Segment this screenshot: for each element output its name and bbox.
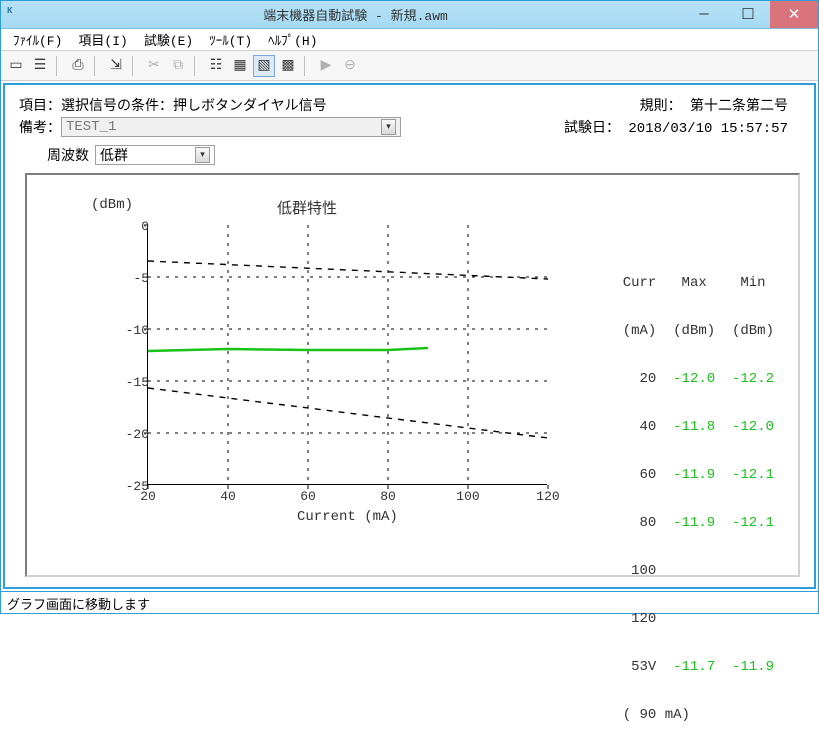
date-value: 2018/03/10 15:57:57 <box>628 121 788 137</box>
titlebar[interactable]: K 端末機器自動試験 - 新規.awm — ☐ ✕ <box>1 1 818 29</box>
chart-title: 低群特性 <box>277 197 337 218</box>
app-logo-icon: K <box>7 6 29 24</box>
play-icon[interactable]: ▶ <box>315 55 337 77</box>
freq-label: 周波数 <box>47 145 89 165</box>
series-upper-dash <box>148 261 548 279</box>
graph-icon[interactable]: ▧ <box>253 55 275 77</box>
table-row: 40 -11.8 -12.0 <box>623 419 774 435</box>
freq-combo[interactable]: 低群 ▾ <box>95 145 215 165</box>
date-label: 試験日： <box>564 121 620 137</box>
graph-panel: (dBm) 低群特性 <box>25 173 800 577</box>
window-title: 端末機器自動試験 - 新規.awm <box>29 5 682 24</box>
view1-icon[interactable]: ☷ <box>205 55 227 77</box>
xtick: 40 <box>213 489 243 504</box>
menu-test[interactable]: 試験(E) <box>136 28 201 51</box>
item-value: 選択信号の条件：押しボタンダイヤル信号 <box>61 95 327 115</box>
stop-icon[interactable]: ⊖ <box>339 55 361 77</box>
ytick: -5 <box>119 271 149 286</box>
view2-icon[interactable]: ▦ <box>229 55 251 77</box>
h-gridlines <box>148 277 548 433</box>
xtick: 120 <box>533 489 563 504</box>
ytick: 0 <box>119 219 149 234</box>
table-row: 20 -12.0 -12.2 <box>623 371 774 387</box>
table-row: 60 -11.9 -12.1 <box>623 467 774 483</box>
note-field[interactable]: TEST_1 ▾ <box>61 117 401 137</box>
freq-value: 低群 <box>100 145 128 165</box>
menu-help[interactable]: ﾍﾙﾌﾟ(H) <box>260 28 325 51</box>
series-measured <box>148 348 428 351</box>
menu-file[interactable]: ﾌｧｲﾙ(F) <box>5 28 70 51</box>
note-value: TEST_1 <box>66 119 116 135</box>
v-gridlines <box>228 225 468 485</box>
export-icon[interactable]: ⇲ <box>105 55 127 77</box>
chevron-down-icon[interactable]: ▾ <box>195 147 210 163</box>
cut-icon[interactable]: ✂ <box>143 55 165 77</box>
xtick: 20 <box>133 489 163 504</box>
y-axis-label: (dBm) <box>91 197 133 213</box>
table-row: 53V -11.7 -11.9 <box>623 659 774 675</box>
print-icon[interactable]: ⎙ <box>67 55 89 77</box>
toolbar: ▭ ☰ ⎙ ⇲ ✂ ⧉ ☷ ▦ ▧ ▩ ▶ ⊖ <box>1 51 818 81</box>
menu-item[interactable]: 項目(I) <box>70 28 135 51</box>
xtick: 100 <box>453 489 483 504</box>
table-footer: ( 90 mA) <box>623 707 774 723</box>
xtick: 80 <box>373 489 403 504</box>
item-label: 項目： <box>19 95 61 115</box>
close-button[interactable]: ✕ <box>770 1 818 28</box>
client-area: 項目： 選択信号の条件：押しボタンダイヤル信号 規則： 第十二条第二号 備考： … <box>3 83 816 589</box>
ytick: -10 <box>119 323 149 338</box>
x-axis-label: Current (mA) <box>297 509 398 525</box>
xtick: 60 <box>293 489 323 504</box>
ytick: -20 <box>119 427 149 442</box>
note-label: 備考： <box>19 117 61 137</box>
tick-marks <box>144 225 548 489</box>
rule-value: 第十二条第二号 <box>690 99 788 115</box>
table-row: 80 -11.9 -12.1 <box>623 515 774 531</box>
maximize-button[interactable]: ☐ <box>726 1 770 28</box>
ytick: -15 <box>119 375 149 390</box>
data-table: Curr Max Min (mA) (dBm) (dBm) 20 -12.0 -… <box>623 243 774 755</box>
minimize-button[interactable]: — <box>682 1 726 28</box>
chevron-down-icon[interactable]: ▾ <box>381 119 396 135</box>
rule-label: 規則： <box>640 99 682 115</box>
save-icon[interactable]: ☰ <box>29 55 51 77</box>
copy-icon[interactable]: ⧉ <box>167 55 189 77</box>
menu-tool[interactable]: ﾂｰﾙ(T) <box>201 28 260 51</box>
series-lower-dash <box>148 388 548 438</box>
chart: (dBm) 低群特性 <box>87 197 557 657</box>
open-icon[interactable]: ▭ <box>5 55 27 77</box>
table-row: 100 <box>623 563 774 579</box>
plot-area <box>147 225 547 485</box>
menubar: ﾌｧｲﾙ(F) 項目(I) 試験(E) ﾂｰﾙ(T) ﾍﾙﾌﾟ(H) <box>1 29 818 51</box>
app-window: K 端末機器自動試験 - 新規.awm — ☐ ✕ ﾌｧｲﾙ(F) 項目(I) … <box>0 0 819 614</box>
table-row: 120 <box>623 611 774 627</box>
max-icon[interactable]: ▩ <box>277 55 299 77</box>
